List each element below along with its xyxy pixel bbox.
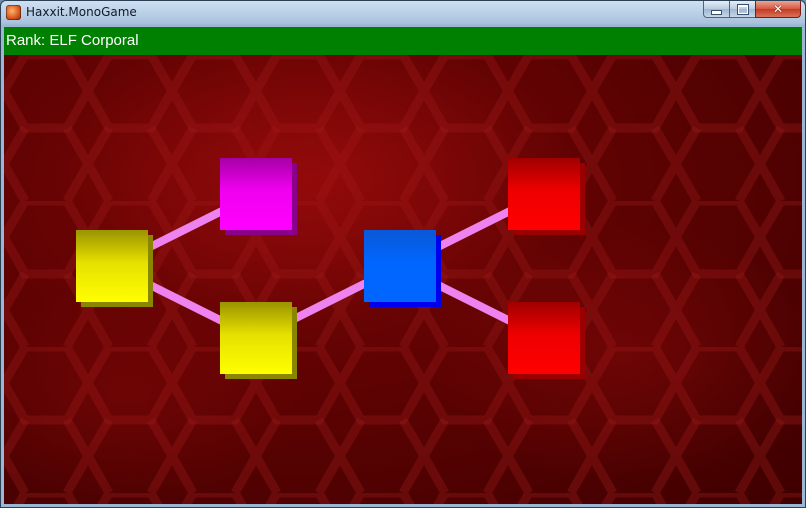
rank-label: Rank: ELF Corporal xyxy=(6,32,139,49)
close-icon: ✕ xyxy=(772,2,784,16)
game-client-area: Rank: ELF Corporal xyxy=(4,27,802,504)
rank-bar: Rank: ELF Corporal xyxy=(4,27,802,55)
window-title: Haxxit.MonoGame xyxy=(26,5,137,19)
maximize-button[interactable] xyxy=(729,1,756,18)
maximize-icon xyxy=(737,4,748,14)
close-button[interactable]: ✕ xyxy=(755,1,801,18)
node-bottom-yellow[interactable] xyxy=(220,302,297,379)
node-face xyxy=(220,302,292,374)
node-face xyxy=(364,230,436,302)
node-center-blue[interactable] xyxy=(364,230,441,307)
game-window: Haxxit.MonoGame ✕ Rank: ELF Corporal xyxy=(0,0,806,508)
node-left-yellow[interactable] xyxy=(76,230,153,307)
minimize-button[interactable] xyxy=(703,1,730,18)
node-bottom-right-red[interactable] xyxy=(508,302,585,379)
node-face xyxy=(508,302,580,374)
app-icon[interactable] xyxy=(6,5,21,20)
node-face xyxy=(508,158,580,230)
node-top-magenta[interactable] xyxy=(220,158,297,235)
node-face xyxy=(220,158,292,230)
network-map[interactable] xyxy=(4,55,802,504)
node-top-right-red[interactable] xyxy=(508,158,585,235)
node-face xyxy=(76,230,148,302)
minimize-icon xyxy=(712,10,721,14)
title-bar[interactable]: Haxxit.MonoGame ✕ xyxy=(1,1,805,24)
